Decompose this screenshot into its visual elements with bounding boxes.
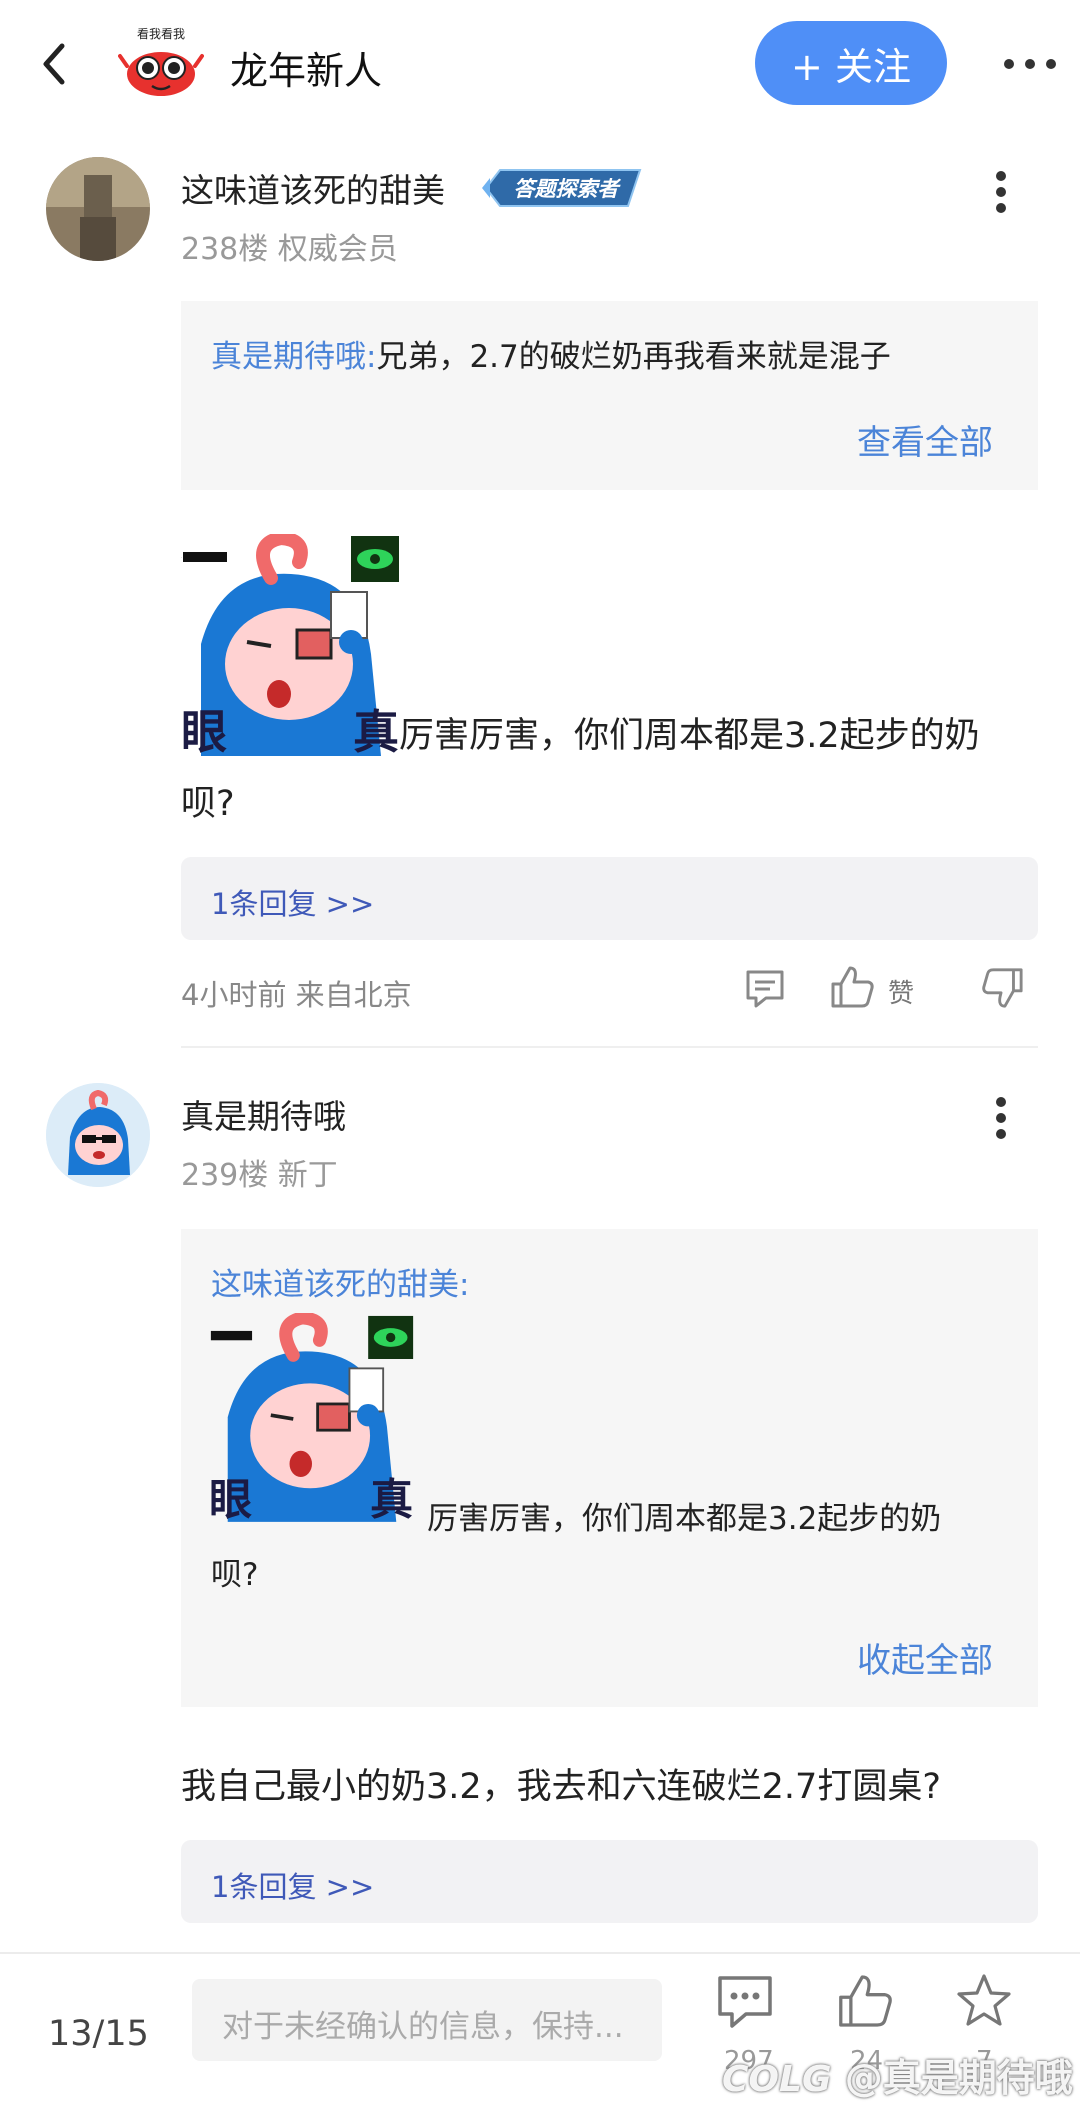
badge-label: 答题探索者: [514, 177, 622, 201]
reply-count-bar[interactable]: 1条回复 >>: [181, 1840, 1038, 1923]
watermark-logo: COLG: [722, 2059, 832, 2100]
forum-title[interactable]: 龙年新人: [230, 40, 382, 95]
like-label[interactable]: 赞: [888, 973, 914, 1010]
more-vertical-icon[interactable]: [994, 1096, 1008, 1140]
username[interactable]: 这味道该死的甜美: [181, 164, 445, 212]
post-text-line1: 厉害厉害，你们周本都是3.2起步的奶: [399, 716, 980, 756]
post-time-location: 4小时前 来自北京: [181, 978, 412, 1012]
quote-text: 兄弟，2.7的破烂奶再我看来就是混子: [376, 339, 891, 375]
reply-input-placeholder: 对于未经确认的信息，保持...: [222, 2009, 624, 2045]
svg-text:真: 真: [370, 1475, 413, 1523]
floor-meta: 239楼 新丁: [181, 1158, 338, 1193]
dislike-icon[interactable]: [980, 966, 1024, 1010]
avatar[interactable]: [46, 157, 150, 261]
quote-author[interactable]: 这味道该死的甜美:: [211, 1267, 469, 1303]
like-icon[interactable]: [836, 1972, 896, 2030]
sticker-image: 眼 真 一: [181, 534, 399, 756]
svg-text:一: 一: [181, 557, 182, 559]
comment-icon[interactable]: [716, 1974, 774, 2030]
avatar-image: [46, 157, 150, 261]
reply-count-bar[interactable]: 1条回复 >>: [181, 857, 1038, 940]
svg-text:真: 真: [353, 705, 399, 756]
back-arrow-icon[interactable]: [36, 40, 76, 88]
star-icon[interactable]: [954, 1972, 1014, 2030]
username[interactable]: 真是期待哦: [181, 1090, 346, 1138]
view-all-link[interactable]: 查看全部: [857, 415, 993, 464]
more-vertical-icon[interactable]: [994, 170, 1008, 214]
svg-text:眼: 眼: [209, 1475, 252, 1523]
more-options-icon[interactable]: [1003, 58, 1057, 70]
page-indicator[interactable]: 13/15: [48, 2014, 149, 2054]
quote-content: 真是期待哦:兄弟，2.7的破烂奶再我看来就是混子: [211, 331, 891, 383]
follow-button[interactable]: + 关注: [755, 21, 947, 105]
quote-box: 这味道该死的甜美: 眼 真 厉害厉害，你们周本都是3.2起步的奶 呗? 收起全部: [181, 1229, 1038, 1707]
collapse-all-link[interactable]: 收起全部: [857, 1633, 993, 1682]
avatar-image: [46, 1083, 150, 1187]
watermark-text: @真是期待哦: [844, 2056, 1073, 2100]
svg-text:眼: 眼: [181, 705, 227, 756]
svg-text:看我看我: 看我看我: [137, 27, 185, 41]
avatar[interactable]: [46, 1083, 150, 1187]
watermark: COLG @真是期待哦: [722, 2047, 1073, 2102]
quote-text-line1: 厉害厉害，你们周本都是3.2起步的奶: [427, 1501, 942, 1537]
badge-icon: 答题探索者: [482, 169, 642, 207]
reply-input[interactable]: 对于未经确认的信息，保持...: [192, 1979, 662, 2061]
floor-meta: 238楼 权威会员: [181, 232, 398, 267]
post-divider: [181, 1046, 1038, 1048]
quote-author[interactable]: 真是期待哦:: [211, 339, 376, 375]
quote-text-line2: 呗?: [211, 1557, 259, 1593]
quote-box: 真是期待哦:兄弟，2.7的破烂奶再我看来就是混子 查看全部: [181, 301, 1038, 490]
quote-author-line: 这味道该死的甜美:: [211, 1259, 469, 1311]
reply-count-link[interactable]: 1条回复 >>: [211, 1864, 374, 1906]
sticker-image: 眼 真: [209, 1313, 414, 1523]
post-text-line2: 呗?: [181, 784, 235, 824]
top-bar: 看我看我 龙年新人 + 关注: [0, 0, 1080, 128]
comment-icon[interactable]: [744, 968, 786, 1010]
post-text: 我自己最小的奶3.2，我去和六连破烂2.7打圆桌?: [181, 1767, 941, 1807]
forum-logo[interactable]: 看我看我: [118, 26, 204, 104]
like-icon[interactable]: [830, 964, 876, 1010]
reply-count-link[interactable]: 1条回复 >>: [211, 881, 374, 923]
